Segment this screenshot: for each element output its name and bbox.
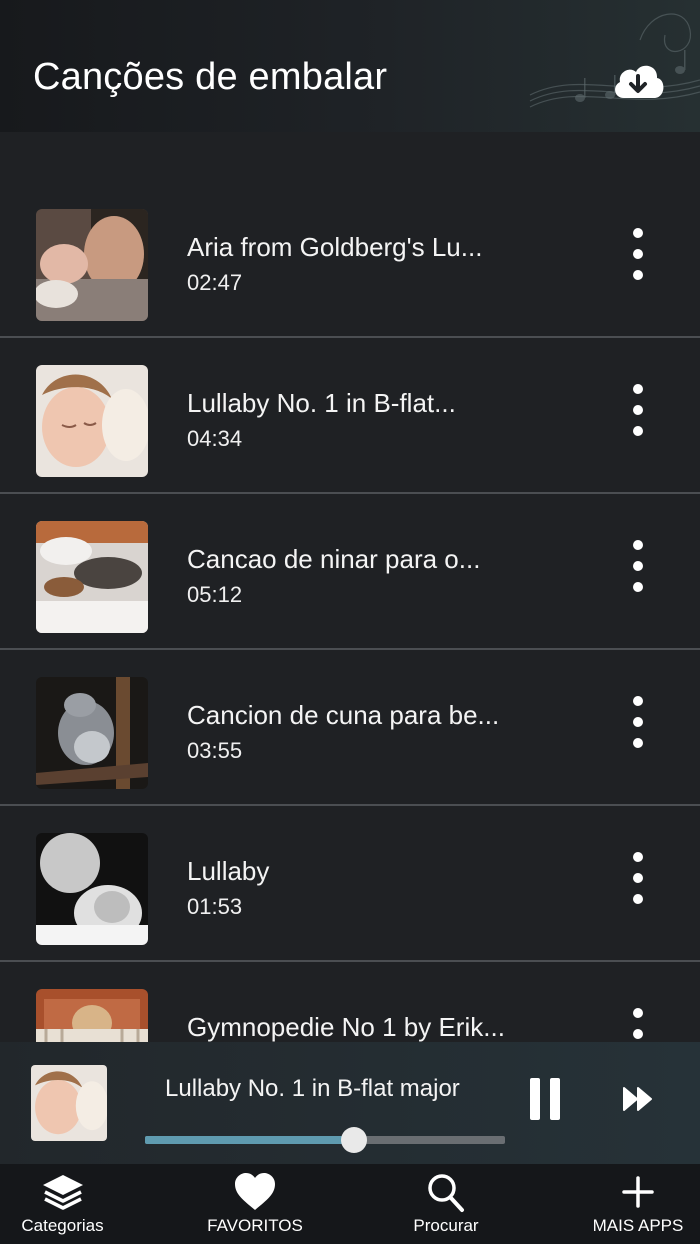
more-options-button[interactable] (620, 226, 656, 282)
tab-label: Procurar (413, 1216, 479, 1235)
app-header: Canções de embalar (0, 0, 700, 132)
tab-mais-apps[interactable]: MAIS APPS (580, 1164, 696, 1244)
tab-label: Categorias (21, 1216, 104, 1235)
pause-button[interactable] (528, 1078, 562, 1120)
song-row[interactable]: Cancao de ninar para o... 05:12 (0, 494, 700, 650)
more-vertical-icon (633, 1008, 643, 1018)
song-row[interactable]: Cancion de cuna para be... 03:55 (0, 650, 700, 806)
song-title: Lullaby No. 1 in B-flat... (187, 388, 456, 418)
plus-icon (622, 1176, 654, 1208)
progress-slider[interactable] (145, 1127, 505, 1153)
more-options-button[interactable] (620, 694, 656, 750)
search-icon (428, 1174, 464, 1212)
song-thumbnail (36, 209, 148, 321)
more-vertical-icon (633, 540, 643, 550)
cloud-download-icon (615, 65, 664, 98)
more-options-button[interactable] (620, 1006, 656, 1042)
tab-procurar[interactable]: Procurar (386, 1164, 506, 1244)
song-title: Aria from Goldberg's Lu... (187, 232, 483, 262)
download-button[interactable] (610, 60, 666, 102)
song-title: Gymnopedie No 1 by Erik... (187, 1012, 505, 1042)
tab-label: MAIS APPS (592, 1216, 684, 1235)
song-duration: 04:34 (187, 426, 243, 451)
tab-categorias[interactable]: Categorias (0, 1164, 125, 1244)
more-options-button[interactable] (620, 850, 656, 906)
tab-favoritos[interactable]: FAVORITOS (190, 1164, 320, 1244)
tab-label: FAVORITOS (207, 1216, 303, 1235)
song-duration: 03:55 (187, 738, 243, 763)
more-vertical-icon (633, 852, 643, 862)
bottom-tab-bar: Categorias FAVORITOS Procurar MAIS APPS (0, 1164, 700, 1244)
more-vertical-icon (633, 228, 643, 238)
song-thumbnail (36, 365, 148, 477)
mini-player[interactable]: Lullaby No. 1 in B-flat major (0, 1042, 700, 1164)
song-row[interactable]: Aria from Goldberg's Lu... 02:47 (0, 182, 700, 338)
song-thumbnail (36, 521, 148, 633)
song-thumbnail (36, 833, 148, 945)
song-title: Lullaby (187, 856, 270, 886)
more-options-button[interactable] (620, 538, 656, 594)
now-playing-title: Lullaby No. 1 in B-flat major (165, 1075, 460, 1102)
song-row[interactable]: Gymnopedie No 1 by Erik... (0, 962, 700, 1042)
layers-icon (42, 1175, 83, 1210)
song-thumbnail (36, 677, 148, 789)
next-button[interactable] (622, 1086, 654, 1112)
more-vertical-icon (633, 696, 643, 706)
progress-knob[interactable] (340, 1127, 367, 1153)
song-row[interactable]: Lullaby No. 1 in B-flat... 04:34 (0, 338, 700, 494)
song-title: Cancao de ninar para o... (187, 544, 481, 574)
now-playing-thumbnail (31, 1065, 107, 1141)
song-duration: 01:53 (187, 894, 243, 919)
more-vertical-icon (633, 384, 643, 394)
fast-forward-icon (623, 1087, 652, 1111)
progress-fill (145, 1136, 354, 1144)
more-options-button[interactable] (620, 382, 656, 438)
song-row[interactable]: Lullaby 01:53 (0, 806, 700, 962)
song-title: Cancion de cuna para be... (187, 700, 500, 730)
heart-icon (235, 1173, 275, 1210)
song-list[interactable]: Aria from Goldberg's Lu... 02:47 Lullaby… (0, 132, 700, 1042)
page-title: Canções de embalar (33, 56, 388, 98)
song-thumbnail (36, 989, 148, 1042)
pause-icon (530, 1078, 540, 1120)
music-notes-decoration (529, 13, 700, 108)
song-duration: 02:47 (187, 270, 243, 295)
song-duration: 05:12 (187, 582, 243, 607)
